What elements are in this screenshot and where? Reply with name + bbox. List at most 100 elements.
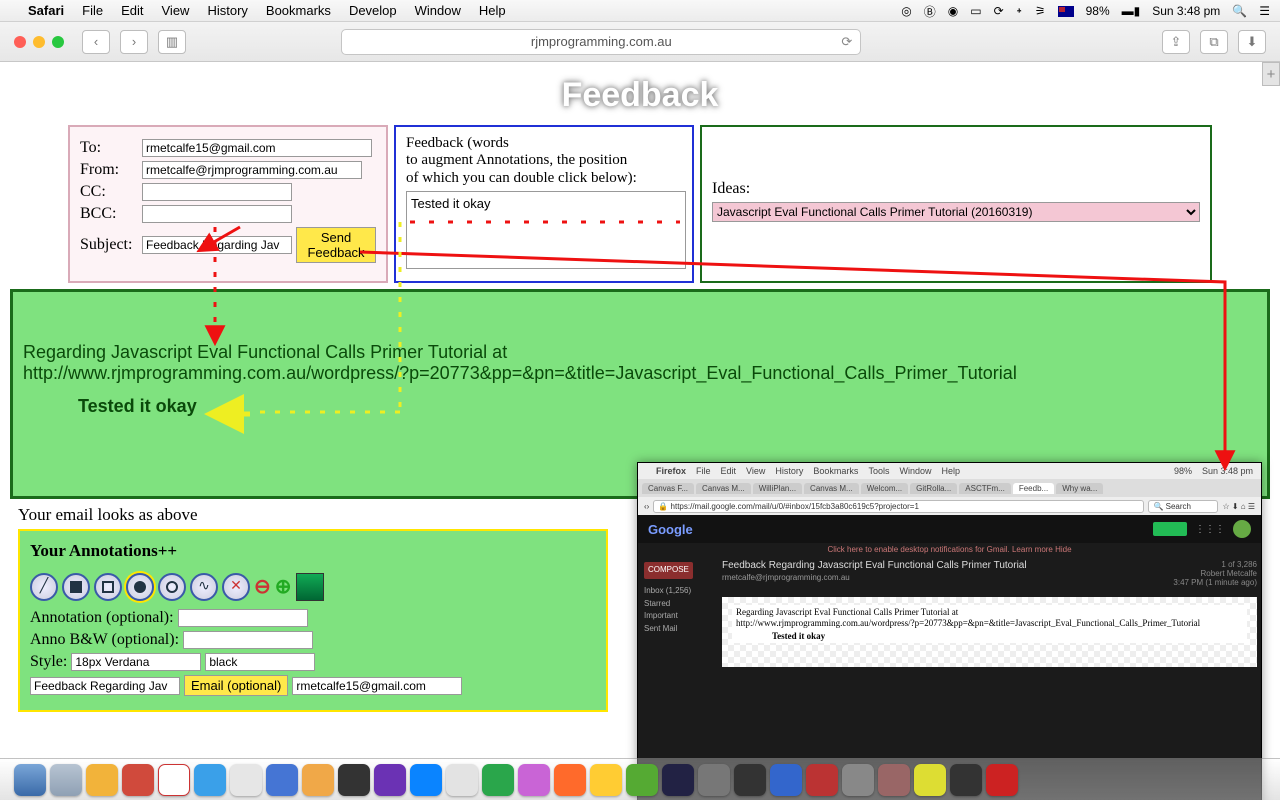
tool-square-icon[interactable]	[94, 573, 122, 601]
email-optional-input[interactable]	[292, 677, 462, 695]
tool-delete-icon[interactable]: ✕	[222, 573, 250, 601]
tool-curve-icon[interactable]: ∿	[190, 573, 218, 601]
subject-input[interactable]	[142, 236, 292, 254]
dock-app-icon[interactable]	[518, 764, 550, 796]
sync-icon[interactable]: ⟳	[994, 4, 1004, 18]
dock-app-icon[interactable]	[446, 764, 478, 796]
menu-develop[interactable]: Develop	[349, 3, 397, 18]
page-title: Feedback	[0, 76, 1280, 115]
dock-app-icon[interactable]	[590, 764, 622, 796]
dock-app-icon[interactable]	[842, 764, 874, 796]
dock-app-icon[interactable]	[158, 764, 190, 796]
style-color-input[interactable]	[205, 653, 315, 671]
mac-dock	[0, 758, 1280, 800]
bluetooth-icon[interactable]: ᛭	[1016, 4, 1023, 18]
dock-app-icon[interactable]	[50, 764, 82, 796]
style-font-input[interactable]	[71, 653, 201, 671]
dock-app-icon[interactable]	[410, 764, 442, 796]
dock-app-icon[interactable]	[878, 764, 910, 796]
dock-app-icon[interactable]	[230, 764, 262, 796]
menu-history[interactable]: History	[207, 3, 247, 18]
bcc-input[interactable]	[142, 205, 292, 223]
notifications-icon[interactable]: ☰	[1259, 4, 1270, 18]
dock-app-icon[interactable]	[266, 764, 298, 796]
gmail-body: Regarding Javascript Eval Functional Cal…	[722, 597, 1257, 667]
reload-icon[interactable]: ⟳	[841, 34, 852, 50]
dock-app-icon[interactable]	[914, 764, 946, 796]
dock-app-icon[interactable]	[482, 764, 514, 796]
menu-edit[interactable]: Edit	[121, 3, 143, 18]
menu-bookmarks[interactable]: Bookmarks	[266, 3, 331, 18]
anno-bw-input[interactable]	[183, 631, 313, 649]
dock-app-icon[interactable]	[14, 764, 46, 796]
address-bar[interactable]: rjmprogramming.com.au ⟳	[341, 29, 861, 55]
spotlight-icon[interactable]: 🔍	[1232, 4, 1247, 18]
zoom-out-icon[interactable]: ⊖	[254, 574, 271, 599]
tool-circle-fill-icon[interactable]	[126, 573, 154, 601]
dock-app-icon[interactable]	[698, 764, 730, 796]
dock-app-icon[interactable]	[950, 764, 982, 796]
page-body: Feedback To: From: CC: BCC: Subject:	[0, 62, 1280, 800]
dock-app-icon[interactable]	[806, 764, 838, 796]
ff-forward-icon: ›	[647, 502, 650, 511]
clock[interactable]: Sun 3:48 pm	[1152, 4, 1220, 18]
email-optional-button[interactable]: Email (optional)	[184, 675, 288, 696]
downloads-button[interactable]: ⬇	[1238, 30, 1266, 54]
email-form-panel: To: From: CC: BCC: Subject: Send Feedbac…	[68, 125, 388, 283]
status-icon[interactable]: ◉	[948, 4, 958, 18]
tool-square-fill-icon[interactable]	[62, 573, 90, 601]
dock-app-icon[interactable]	[338, 764, 370, 796]
app-name[interactable]: Safari	[28, 3, 64, 18]
dock-app-icon[interactable]	[194, 764, 226, 796]
gmail-count: 1 of 3,286	[1173, 560, 1257, 569]
tool-circle-icon[interactable]	[158, 573, 186, 601]
bottom-subject-input[interactable]	[30, 677, 180, 695]
menu-file[interactable]: File	[82, 3, 103, 18]
dock-app-icon[interactable]	[374, 764, 406, 796]
tabs-button[interactable]: ⧉	[1200, 30, 1228, 54]
subject-label: Subject:	[80, 236, 138, 254]
zoom-in-icon[interactable]: ⊕	[275, 574, 292, 599]
gmail-screenshot-overlay: Firefox File Edit View History Bookmarks…	[637, 462, 1262, 800]
dock-app-icon[interactable]	[626, 764, 658, 796]
menu-help[interactable]: Help	[479, 3, 506, 18]
airplay-icon[interactable]: ▭	[970, 4, 981, 18]
ff-tab: WilliPlan...	[753, 483, 802, 494]
menu-view[interactable]: View	[162, 3, 190, 18]
preview-thumb[interactable]	[296, 573, 324, 601]
fullscreen-window-button[interactable]	[52, 36, 64, 48]
send-feedback-button[interactable]: Send Feedback	[296, 227, 376, 263]
cc-input[interactable]	[142, 183, 292, 201]
to-input[interactable]	[142, 139, 372, 157]
dock-app-icon[interactable]	[302, 764, 334, 796]
ff-menu-item: Tools	[868, 466, 889, 476]
status-icon[interactable]: Ⓑ	[924, 3, 936, 20]
feedback-textarea[interactable]: Tested it okay	[406, 191, 686, 269]
from-label: From:	[80, 161, 138, 179]
flag-icon[interactable]	[1058, 6, 1074, 17]
battery-icon: ▬▮	[1122, 4, 1141, 18]
dock-app-icon[interactable]	[734, 764, 766, 796]
forward-button[interactable]: ›	[120, 30, 148, 54]
url-text: rjmprogramming.com.au	[531, 34, 672, 49]
dock-app-icon[interactable]	[122, 764, 154, 796]
menu-window[interactable]: Window	[415, 3, 461, 18]
ideas-select[interactable]: Javascript Eval Functional Calls Primer …	[712, 202, 1200, 222]
dock-app-icon[interactable]	[770, 764, 802, 796]
ff-tab: ASCTFm...	[959, 483, 1011, 494]
dock-app-icon[interactable]	[554, 764, 586, 796]
sidebar-button[interactable]: ▥	[158, 30, 186, 54]
minimize-window-button[interactable]	[33, 36, 45, 48]
dock-app-icon[interactable]	[662, 764, 694, 796]
share-button[interactable]: ⇪	[1162, 30, 1190, 54]
status-icon[interactable]: ◎	[901, 4, 911, 18]
from-input[interactable]	[142, 161, 362, 179]
wifi-icon[interactable]: ⚞	[1035, 4, 1046, 18]
dock-app-icon[interactable]	[86, 764, 118, 796]
ff-tab: GitRolla...	[910, 483, 957, 494]
close-window-button[interactable]	[14, 36, 26, 48]
tool-line-icon[interactable]: ╱	[30, 573, 58, 601]
dock-app-icon[interactable]	[986, 764, 1018, 796]
annotation-input[interactable]	[178, 609, 308, 627]
back-button[interactable]: ‹	[82, 30, 110, 54]
